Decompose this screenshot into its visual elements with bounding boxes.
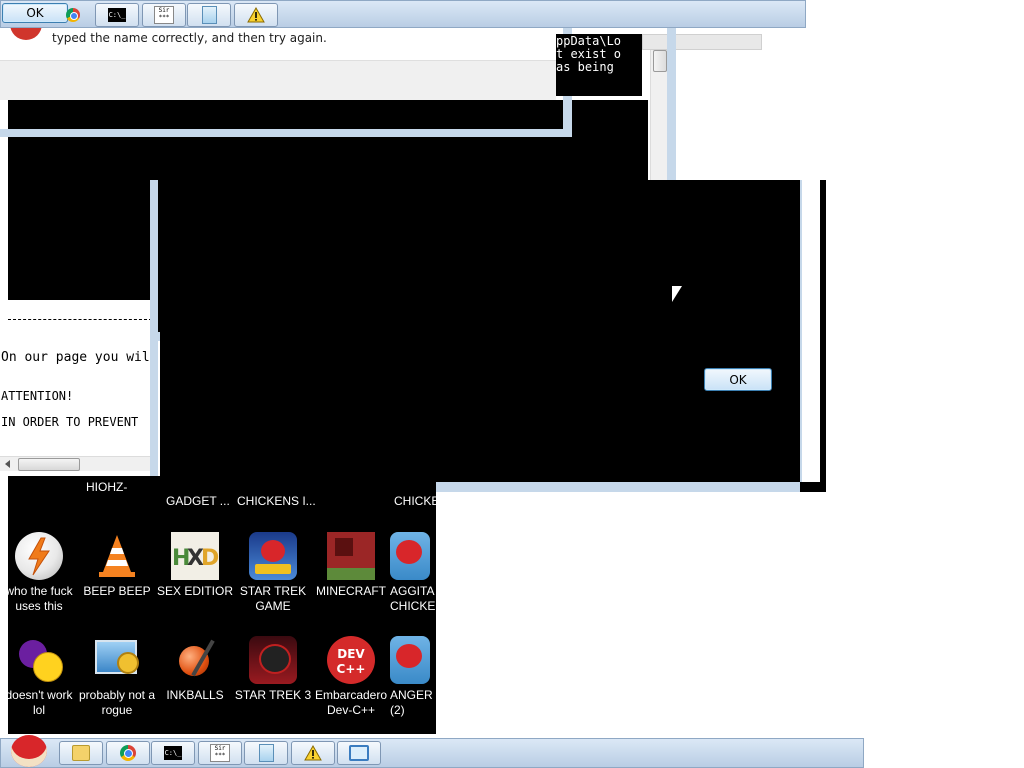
desktop-icon-startrek3[interactable]: STAR TREK 3: [234, 636, 312, 703]
desktop-icon-yahoo[interactable]: doesn't work lol: [0, 636, 78, 718]
error-dialog-footer: [0, 60, 556, 101]
dev-cpp-icon: DEV C++: [327, 636, 375, 684]
angry-birds-icon: [390, 636, 430, 684]
error-dialog: typed the name correctly, and then try a…: [0, 22, 560, 108]
cmd-line-3: as being: [556, 60, 614, 74]
black-dialog-right-frame: [800, 180, 820, 482]
desktop-icon-label: STAR TREK 3: [234, 688, 312, 702]
top-taskbar: OK C:\_ Sir ***: [0, 0, 806, 28]
window-border-horizontal: [0, 129, 572, 137]
desktop-icon-controlpanel[interactable]: probably not a rogue: [78, 636, 156, 718]
black-dialog-ok-button[interactable]: OK: [704, 368, 772, 391]
taskbar-explorer[interactable]: [59, 741, 103, 765]
desktop-icon-anger[interactable]: ANGER (2): [390, 636, 436, 718]
chrome-icon: [120, 745, 136, 761]
taskbar-chrome[interactable]: [65, 3, 81, 27]
warning-icon: [304, 745, 322, 761]
desktop-icon-label: ANGER (2): [390, 688, 433, 717]
yahoo-messenger-icon: [15, 636, 63, 684]
inkball-icon: [171, 636, 219, 684]
desktop: HIOHZ- GADGET ... CHICKENS I... CHICKE w…: [5, 476, 440, 734]
text-line-2: ATTENTION!: [1, 389, 74, 403]
taskbar-notepad[interactable]: [187, 3, 231, 27]
svg-text:DEV: DEV: [337, 647, 365, 661]
angry-bird-start-icon: [11, 735, 47, 767]
desktop-icon-vlc[interactable]: BEEP BEEP: [78, 532, 156, 599]
window-switch-icon: [349, 745, 369, 761]
minecraft-icon: [327, 532, 375, 580]
scrollbar-header-strip: [642, 34, 762, 50]
cmd-icon: C:\_: [108, 8, 126, 22]
desktop-icon-label: STAR TREK GAME: [239, 584, 307, 613]
scroll-thumb[interactable]: [653, 50, 667, 72]
mouse-cursor-icon: [672, 286, 682, 302]
partial-label-3: CHICKE: [394, 494, 440, 508]
notepad-icon: [201, 6, 217, 24]
desktop-icon-lightning[interactable]: who the fuck uses this: [0, 532, 78, 614]
text-line-1: On our page you wil: [1, 350, 150, 365]
taskbar-window[interactable]: [337, 741, 381, 765]
desktop-icon-label: BEEP BEEP: [83, 584, 151, 598]
taskbar-chrome[interactable]: [106, 741, 150, 765]
angry-birds-star-wars-icon: [249, 532, 297, 580]
desktop-icon-aggita[interactable]: AGGITA CHICKE: [390, 532, 436, 614]
error-message: typed the name correctly, and then try a…: [52, 31, 327, 45]
hxd-editor-icon: HXD: [171, 532, 219, 580]
taskbar-warning[interactable]: [291, 741, 335, 765]
desktop-top-label: HIOHZ-: [82, 476, 132, 498]
bottom-taskbar: C:\_ Sir ***: [0, 735, 864, 768]
taskbar-warning[interactable]: [234, 3, 278, 27]
text-line-3: IN ORDER TO PREVENT: [1, 415, 139, 429]
svg-text:C++: C++: [337, 662, 366, 676]
desktop-icon-label: doesn't work lol: [5, 688, 73, 717]
black-dialog-left-border: [150, 180, 158, 492]
desktop-icon-minecraft[interactable]: MINECRAFT: [312, 532, 390, 599]
desktop-icon-inkball[interactable]: INKBALLS: [156, 636, 234, 703]
desktop-icon-label: who the fuck uses this: [5, 584, 73, 613]
taskbar-sir[interactable]: Sir ***: [142, 3, 186, 27]
text-window: On our page you wil ATTENTION! IN ORDER …: [0, 300, 152, 476]
start-button[interactable]: [5, 733, 51, 767]
cmd-icon: C:\_: [164, 746, 182, 760]
taskbar-cmd[interactable]: C:\_: [151, 741, 195, 765]
taskbar-notepad[interactable]: [244, 741, 288, 765]
black-dialog-right-fill: [672, 180, 800, 482]
desktop-icon-label: INKBALLS: [166, 688, 224, 702]
desktop-icon-startrek[interactable]: STAR TREK GAME: [234, 532, 312, 614]
h-scroll-thumb[interactable]: [18, 458, 80, 471]
dashed-separator: [8, 319, 152, 320]
desktop-icon-label: AGGITA CHICKE: [390, 584, 436, 613]
taskbar-sir[interactable]: Sir ***: [198, 741, 242, 765]
desktop-icon-label: probably not a rogue: [78, 688, 156, 717]
svg-text:D: D: [201, 546, 219, 571]
angry-birds-star-wars-2-icon: [249, 636, 297, 684]
chrome-icon: [66, 8, 80, 22]
cmd-window: ppData\Lo t exist o as being: [556, 34, 642, 96]
angry-birds-icon: [390, 532, 430, 580]
sir-app-icon: Sir ***: [154, 6, 174, 24]
taskbar-cmd[interactable]: C:\_: [95, 3, 139, 27]
vlc-cone-icon: [93, 532, 141, 580]
notepad-icon: [258, 744, 274, 762]
lightning-app-icon: [15, 532, 63, 580]
control-panel-icon: [93, 636, 141, 684]
desktop-icon-devcpp[interactable]: DEV C++ Embarcadero Dev-C++: [312, 636, 390, 718]
partial-label-1: GADGET ...: [166, 494, 230, 508]
desktop-icon-hxd[interactable]: HXD SEX EDITIOR: [156, 532, 234, 599]
black-dialog: OK: [150, 180, 826, 492]
desktop-icon-label: Embarcadero Dev-C++: [314, 688, 388, 717]
scroll-left-arrow-icon[interactable]: [5, 460, 10, 468]
desktop-icon-label: SEX EDITIOR: [156, 584, 233, 598]
sir-app-icon: Sir ***: [210, 744, 230, 762]
warning-icon: [247, 7, 265, 23]
desktop-icon-label: MINECRAFT: [316, 584, 386, 598]
partial-label-2: CHICKENS I...: [237, 494, 316, 508]
horizontal-scrollbar[interactable]: [0, 456, 152, 471]
top-ok-button[interactable]: OK: [2, 3, 68, 23]
folder-icon: [72, 745, 90, 761]
